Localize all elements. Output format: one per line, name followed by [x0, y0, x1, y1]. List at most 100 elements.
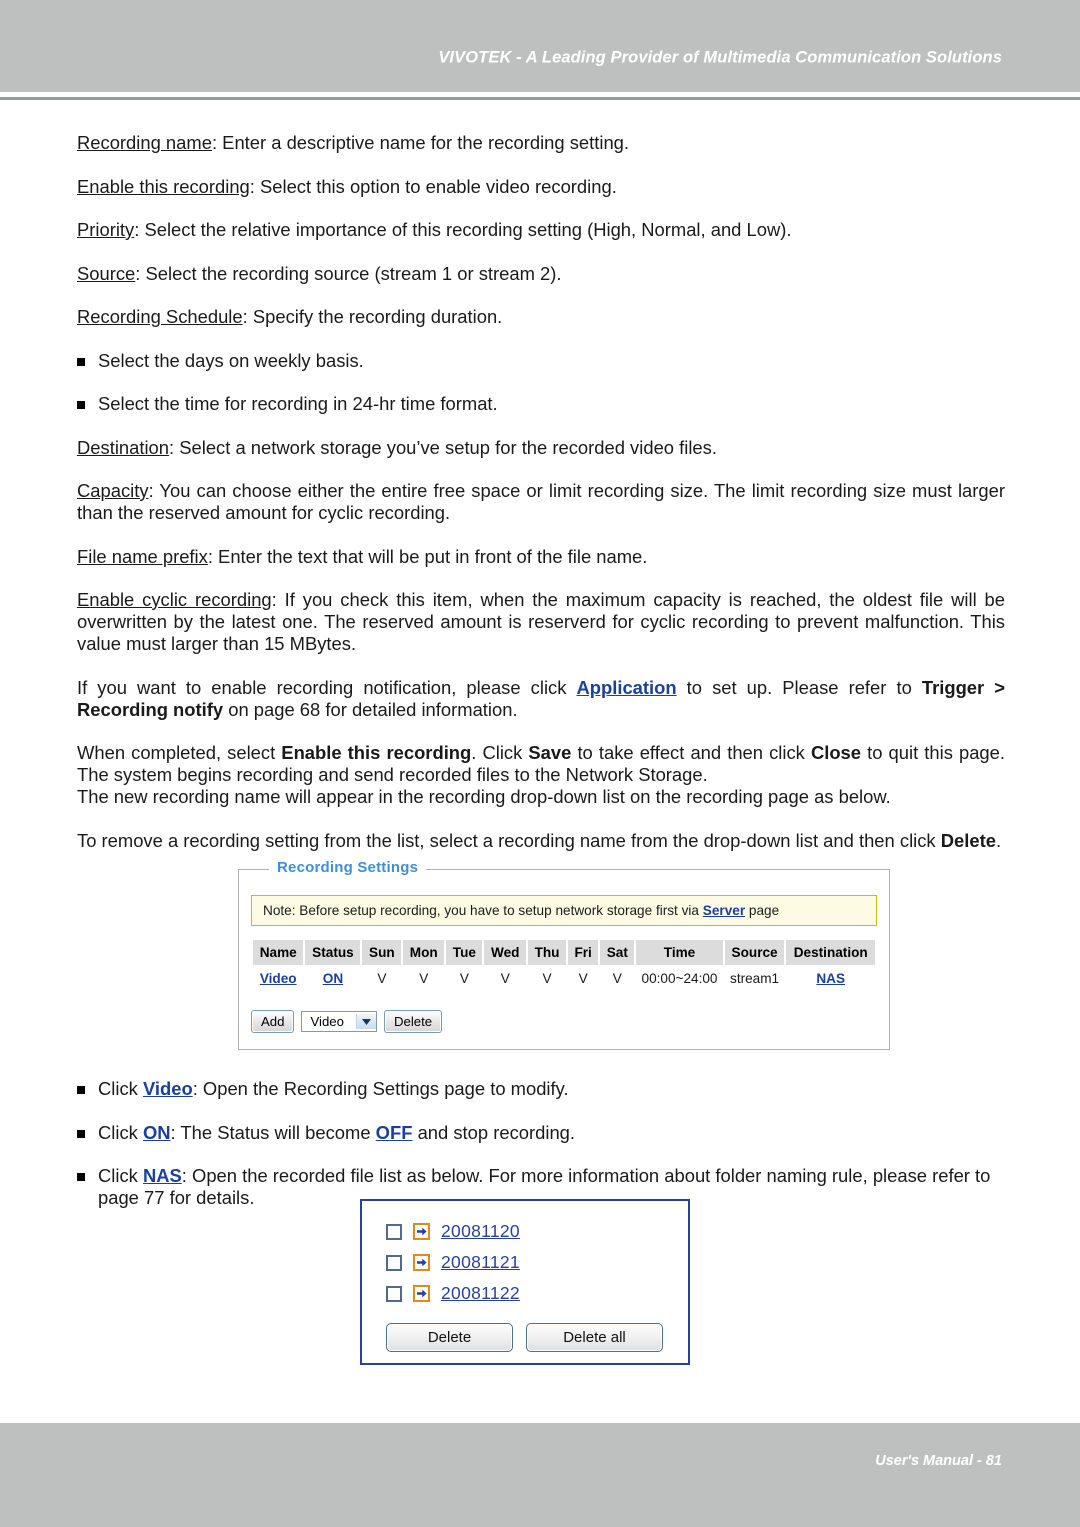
text-post: on page 68 for detailed information.: [223, 698, 518, 720]
square-bullet-icon: [77, 1086, 85, 1094]
text-mid: : The Status will become: [170, 1121, 376, 1143]
column-header-tue: Tue: [446, 940, 483, 965]
text-pre: If you want to enable recording notifica…: [77, 676, 577, 698]
file-checkbox[interactable]: [386, 1223, 402, 1240]
text-mid: to set up. Please refer to: [676, 676, 922, 698]
paragraph-application-notify: If you want to enable recording notifica…: [77, 677, 1005, 721]
text-bold-enable-this-recording: Enable this recording: [281, 742, 472, 763]
recording-select-value: Video: [310, 1014, 344, 1030]
column-header-mon: Mon: [403, 940, 445, 965]
nas-link[interactable]: NAS: [143, 1165, 182, 1186]
file-folder-link[interactable]: 20081122: [441, 1283, 520, 1304]
arrow-right-icon[interactable]: [413, 1254, 430, 1271]
cell-mon: V: [403, 965, 445, 992]
definition-enable-this-recording: Enable this recording: Select this optio…: [77, 176, 1005, 198]
column-header-sun: Sun: [362, 940, 402, 965]
file-delete-button[interactable]: Delete: [386, 1323, 513, 1352]
list-item: Select the days on weekly basis.: [77, 350, 1005, 372]
page-header-title: VIVOTEK - A Leading Provider of Multimed…: [438, 48, 1002, 67]
cell-tue: V: [446, 965, 483, 992]
desc-enable-this-recording: : Select this option to enable video rec…: [249, 175, 617, 197]
definition-source: Source: Select the recording source (str…: [77, 263, 1005, 285]
server-link[interactable]: Server: [703, 903, 745, 918]
list-item: 20081122: [386, 1278, 688, 1309]
chevron-down-icon: [355, 1014, 376, 1030]
recording-select[interactable]: Video: [301, 1011, 377, 1033]
text-pre: When completed, select: [77, 742, 282, 763]
text-pre: To remove a recording setting from the l…: [77, 829, 941, 851]
add-button[interactable]: Add: [251, 1010, 295, 1034]
schedule-bullet-list: Select the days on weekly basis. Select …: [77, 350, 1005, 416]
on-link[interactable]: ON: [143, 1122, 171, 1143]
cell-sun: V: [362, 965, 402, 992]
arrow-right-icon[interactable]: [413, 1223, 430, 1240]
cell-source: stream1: [724, 965, 785, 992]
row-status-on-link[interactable]: ON: [323, 971, 343, 986]
file-checkbox[interactable]: [386, 1254, 402, 1271]
page-footer-text: User's Manual - 81: [875, 1453, 1002, 1469]
list-item: Select the time for recording in 24-hr t…: [77, 393, 1005, 415]
arrow-right-icon[interactable]: [413, 1285, 430, 1302]
term-file-name-prefix: File name prefix: [77, 545, 208, 567]
square-bullet-icon: [77, 357, 85, 366]
term-recording-name: Recording name: [77, 132, 212, 153]
note-text-post: page: [745, 903, 780, 918]
recording-settings-table: Name Status Sun Mon Tue Wed Thu Fri Sat …: [251, 940, 877, 992]
column-header-status: Status: [305, 940, 361, 965]
term-enable-cyclic-recording: Enable cyclic recording: [77, 589, 272, 610]
video-link[interactable]: Video: [143, 1078, 193, 1099]
text-post: : Open the Recording Settings page to mo…: [192, 1078, 569, 1099]
column-header-source: Source: [724, 940, 785, 965]
file-list-buttons: Delete Delete all: [386, 1323, 688, 1352]
recording-settings-note: Note: Before setup recording, you have t…: [251, 895, 877, 926]
click-bullet-list: Click Video: Open the Recording Settings…: [77, 1078, 1005, 1209]
bullet-text: Select the days on weekly basis.: [98, 349, 364, 371]
row-name-video-link[interactable]: Video: [260, 971, 297, 986]
table-row: Video ON V V V V V V V 00:00~24:00 strea…: [253, 965, 875, 992]
text-mid1: . Click: [471, 742, 529, 763]
column-header-time: Time: [636, 940, 723, 965]
recording-settings-panel: Recording Settings Note: Before setup re…: [238, 859, 890, 1051]
list-item: 20081120: [386, 1216, 688, 1247]
file-checkbox[interactable]: [386, 1285, 402, 1302]
definition-recording-name: Recording name: Enter a descriptive name…: [77, 132, 1005, 154]
definition-recording-schedule: Recording Schedule: Specify the recordin…: [77, 306, 1005, 328]
term-source: Source: [77, 262, 136, 284]
file-delete-all-button[interactable]: Delete all: [526, 1323, 663, 1352]
off-link[interactable]: OFF: [376, 1122, 413, 1143]
paragraph-remove-recording: To remove a recording setting from the l…: [77, 830, 1005, 852]
definition-destination: Destination: Select a network storage yo…: [77, 437, 1005, 459]
desc-capacity: : You can choose either the entire free …: [77, 480, 1005, 523]
page-header-band: VIVOTEK - A Leading Provider of Multimed…: [0, 0, 1080, 92]
cell-thu: V: [528, 965, 567, 992]
term-recording-schedule: Recording Schedule: [77, 306, 243, 327]
paragraph-when-completed: When completed, select Enable this recor…: [77, 742, 1005, 786]
column-header-name: Name: [253, 940, 304, 965]
text-post: and stop recording.: [412, 1121, 576, 1143]
desc-source: : Select the recording source (stream 1 …: [135, 262, 562, 284]
cell-sat: V: [600, 965, 635, 992]
desc-priority: : Select the relative importance of this…: [134, 219, 792, 240]
delete-button[interactable]: Delete: [383, 1010, 443, 1034]
recording-settings-controls: Add Video Delete: [251, 1010, 889, 1034]
cell-wed: V: [484, 965, 527, 992]
row-destination-nas-link[interactable]: NAS: [816, 971, 845, 986]
definition-enable-cyclic-recording: Enable cyclic recording: If you check th…: [77, 589, 1005, 655]
list-item: Click ON: The Status will become OFF and…: [77, 1122, 1005, 1144]
definition-capacity: Capacity: You can choose either the enti…: [77, 480, 1005, 524]
document-body: Recording name: Enter a descriptive name…: [77, 132, 1005, 873]
recorded-file-list-box: 20081120 20081121 20081122 Delete Delete…: [360, 1199, 690, 1365]
application-link[interactable]: Application: [576, 677, 676, 698]
note-text-pre: Note: Before setup recording, you have t…: [263, 903, 703, 918]
text-pre: Click: [98, 1078, 143, 1099]
text-bold-delete: Delete: [940, 829, 996, 851]
file-folder-link[interactable]: 20081120: [441, 1221, 520, 1242]
recording-settings-legend: Recording Settings: [269, 859, 427, 876]
text-post: .: [995, 829, 1002, 851]
list-item: Click Video: Open the Recording Settings…: [77, 1078, 1005, 1100]
table-header-row: Name Status Sun Mon Tue Wed Thu Fri Sat …: [253, 940, 875, 965]
column-header-thu: Thu: [528, 940, 567, 965]
file-folder-link[interactable]: 20081121: [441, 1252, 520, 1273]
term-destination: Destination: [77, 436, 170, 458]
desc-recording-name: : Enter a descriptive name for the recor…: [211, 132, 630, 153]
